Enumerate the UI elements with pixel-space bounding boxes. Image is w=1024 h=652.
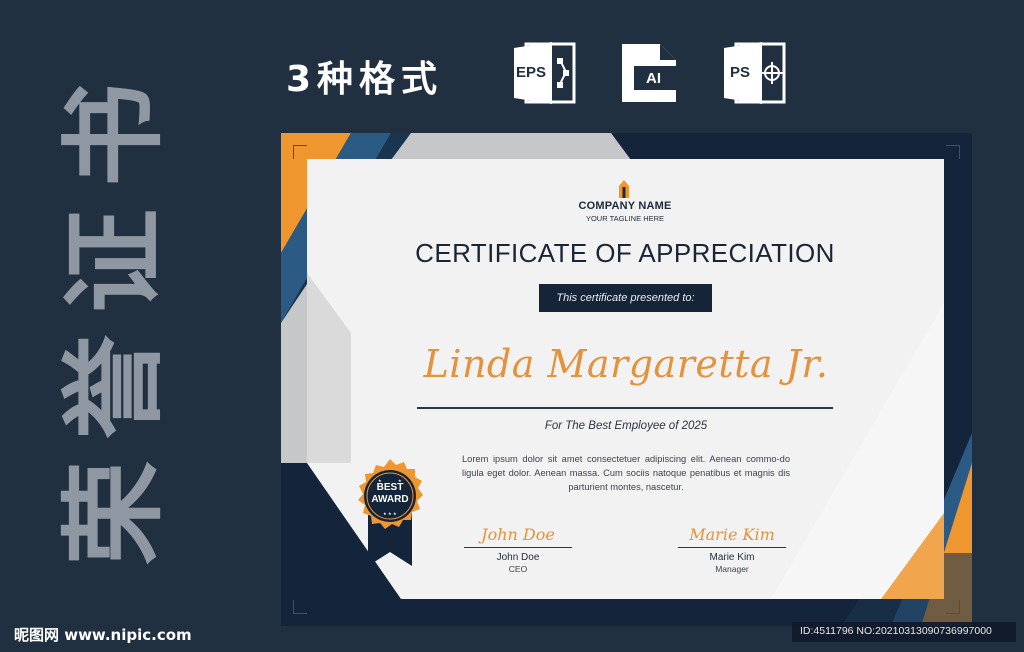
crop-mark	[293, 145, 307, 159]
company-block: COMPANY NAME YOUR TAGLINE HERE	[550, 200, 700, 223]
company-name: COMPANY NAME	[578, 200, 672, 212]
crop-mark	[946, 600, 960, 614]
formats-label: 3种格式	[286, 59, 444, 100]
ai-file-icon: AI	[620, 42, 680, 104]
signature-manager: Marie Kim Marie Kim Manager	[676, 523, 788, 574]
vertical-title: 书 证 誉 荣	[53, 72, 175, 576]
eps-label: EPS	[516, 64, 547, 81]
eps-file-icon: EPS	[512, 42, 578, 104]
award-subtitle: For The Best Employee of 2025	[544, 420, 708, 432]
company-logo-icon	[617, 178, 631, 202]
signer-name: John Doe	[496, 552, 540, 563]
svg-text:★: ★	[388, 511, 392, 516]
vertical-title-char: 书	[52, 82, 175, 188]
badge-line2: AWARD	[371, 494, 409, 505]
company-tagline: YOUR TAGLINE HERE	[585, 214, 665, 223]
recipient-name: Linda Margaretta Jr.	[423, 342, 829, 386]
signature-script: John Doe	[481, 525, 555, 544]
signature-ceo: John Doe John Doe CEO	[462, 523, 574, 574]
vertical-title-char: 荣	[52, 460, 175, 566]
badge-line1: BEST	[376, 482, 404, 493]
certificate-title: CERTIFICATE OF APPRECIATION	[415, 238, 835, 268]
signer-name: Marie Kim	[709, 552, 755, 563]
crop-mark	[946, 145, 960, 159]
ps-label: PS	[730, 64, 751, 81]
signature-script: Marie Kim	[689, 525, 775, 544]
best-award-badge: ★ ★ ★ ★ ★ BEST AWARD	[352, 458, 428, 568]
presented-to-label: This certificate presented to:	[539, 284, 712, 312]
svg-text:★: ★	[393, 511, 397, 516]
vertical-title-char: 证	[52, 208, 175, 314]
ps-file-icon: PS	[722, 42, 788, 104]
svg-text:★: ★	[383, 511, 387, 516]
signer-role: CEO	[508, 564, 528, 574]
ai-label: AI	[646, 70, 661, 87]
site-watermark: 昵图网 www.nipic.com	[14, 626, 192, 644]
signer-role: Manager	[715, 564, 749, 574]
signature-line	[464, 547, 572, 548]
crop-mark	[293, 600, 307, 614]
image-id-text: ID:4511796 NO:20210313090736997000	[800, 625, 992, 637]
vertical-title-char: 誉	[52, 334, 175, 440]
body-text: Lorem ipsum dolor sit amet consectetuer …	[462, 454, 790, 492]
name-underline	[417, 407, 833, 409]
signature-line	[678, 547, 786, 548]
